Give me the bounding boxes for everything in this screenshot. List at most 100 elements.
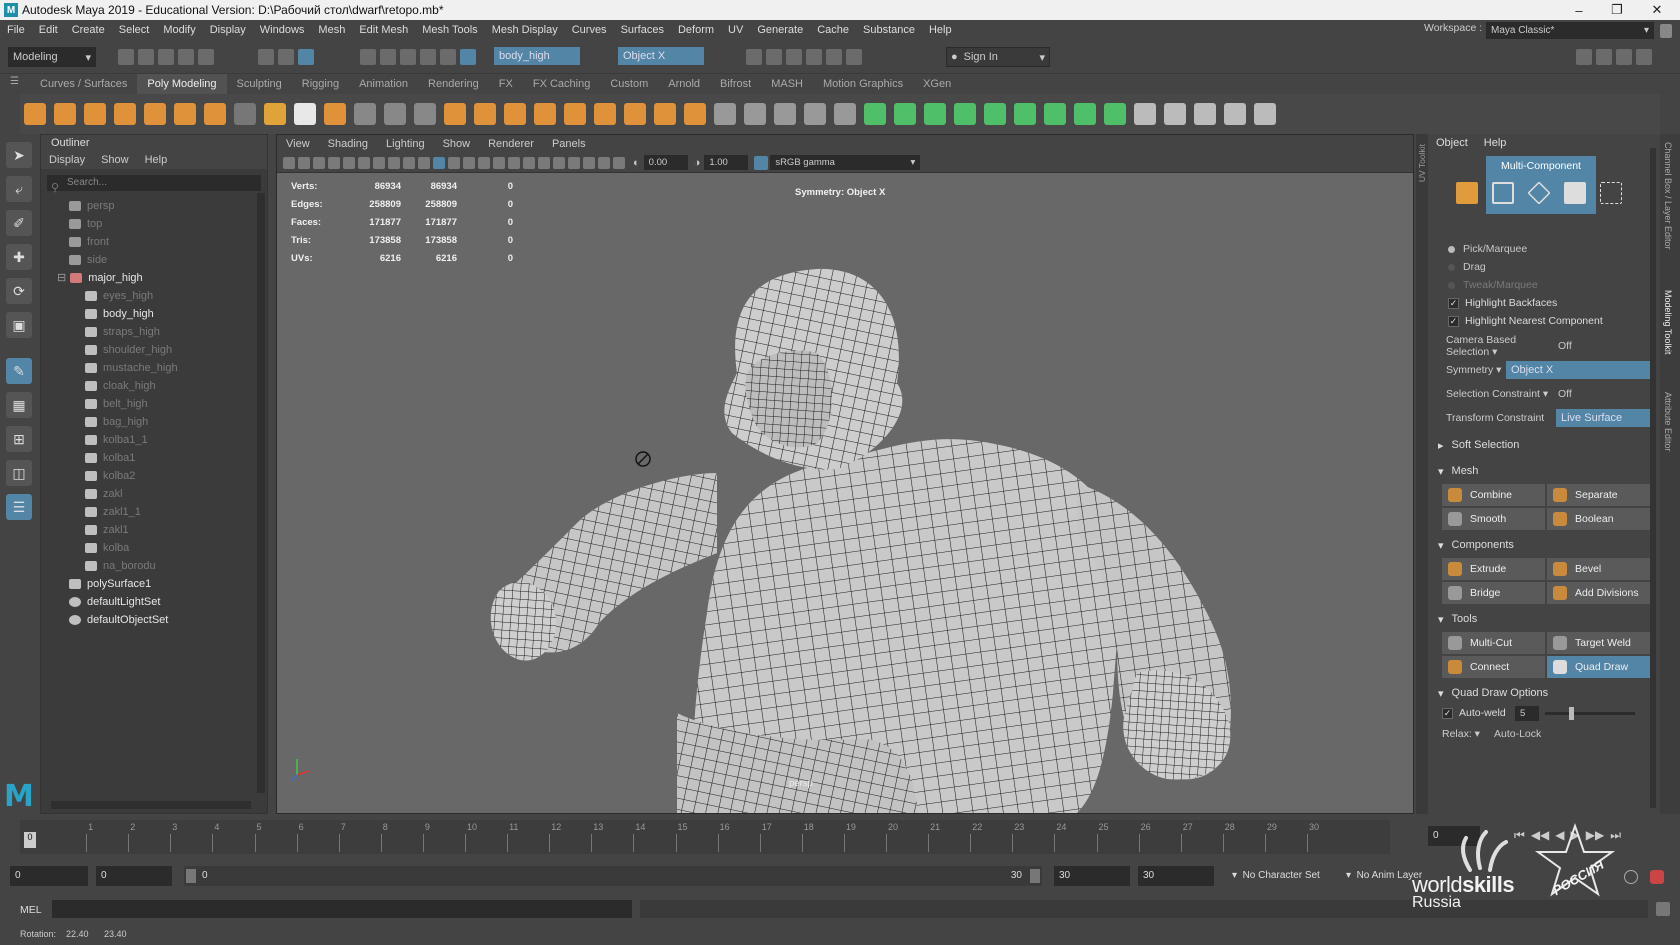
make-live-icon[interactable] [460, 49, 476, 65]
shelf-planar-icon[interactable] [1014, 103, 1036, 125]
bookmark-icon[interactable] [313, 156, 325, 169]
menu-cache[interactable]: Cache [810, 24, 856, 36]
shelf-tab-arnold[interactable]: Arnold [658, 74, 710, 94]
paint-select-icon[interactable]: ✐ [6, 210, 32, 236]
menu-mesh[interactable]: Mesh [311, 24, 352, 36]
shelf-append-icon[interactable] [654, 103, 676, 125]
lock-icon[interactable] [1660, 24, 1672, 38]
menu-generate[interactable]: Generate [750, 24, 810, 36]
outliner-item[interactable]: bag_high [41, 413, 267, 431]
toolkit-scrollbar[interactable] [1650, 148, 1656, 808]
outliner-item[interactable]: defaultLightSet [41, 593, 267, 611]
xray-joints-icon[interactable] [598, 156, 610, 169]
field-chart-icon[interactable] [403, 156, 415, 169]
gamma-field[interactable]: 1.00 [704, 155, 749, 170]
film-gate-icon[interactable] [358, 156, 370, 169]
shelf-snapshot-icon[interactable] [1134, 103, 1156, 125]
transform-constraint[interactable]: Transform Constraint Live Surface [1428, 406, 1658, 430]
drag-radio[interactable]: Drag [1428, 258, 1658, 276]
four-view-layout-icon[interactable]: ⊞ [6, 426, 32, 452]
time-ruler[interactable]: 0 1 2 3 4 5 6 7 8 9 10 11 12 13 14 15 16 17 18 19 20 21 22 23 2… [20, 820, 1390, 854]
shelf-torus-icon[interactable] [144, 103, 166, 125]
shelf-super-shape-icon[interactable] [414, 103, 436, 125]
depth-of-field-icon[interactable] [553, 156, 565, 169]
move-tool-icon[interactable]: ✚ [6, 244, 32, 270]
tool-settings-toggle-icon[interactable] [1616, 49, 1632, 65]
bevel-button[interactable]: Bevel [1547, 558, 1650, 580]
shelf-tab-fx-caching[interactable]: FX Caching [523, 74, 600, 94]
menu-uv[interactable]: UV [721, 24, 750, 36]
shelf-offset-loop-icon[interactable] [864, 103, 886, 125]
scale-tool-icon[interactable]: ▣ [6, 312, 32, 338]
render-settings-icon[interactable] [806, 49, 822, 65]
single-perspective-layout-icon[interactable]: ▦ [6, 392, 32, 418]
shadows-icon[interactable] [493, 156, 505, 169]
shelf-sculpt-icon[interactable] [354, 103, 376, 125]
outliner-item[interactable]: polySurface1 [41, 575, 267, 593]
quad-draw-options-section[interactable]: ▾ Quad Draw Options [1428, 682, 1658, 704]
close-button[interactable]: ✕ [1634, 0, 1680, 20]
redo-icon[interactable] [198, 49, 214, 65]
components-section[interactable]: ▾ Components [1428, 534, 1658, 556]
viewport-menu-view[interactable]: View [277, 138, 319, 150]
outliner-search[interactable]: Search... [47, 175, 261, 191]
outliner-item[interactable]: kolba2 [41, 467, 267, 485]
anti-alias-icon[interactable] [538, 156, 550, 169]
outliner-item[interactable]: kolba1_1 [41, 431, 267, 449]
rotate-tool-icon[interactable]: ⟳ [6, 278, 32, 304]
shelf-cube-icon[interactable] [54, 103, 76, 125]
modeling-toolkit-tab[interactable]: Modeling Toolkit [1663, 290, 1673, 354]
uv-toolkit-tab[interactable]: UV Toolkit [1417, 144, 1427, 182]
shelf-type-icon[interactable] [294, 103, 316, 125]
outliner-item[interactable]: zakl1_1 [41, 503, 267, 521]
lasso-tool-icon[interactable]: ⤶ [6, 176, 32, 202]
menu-surfaces[interactable]: Surfaces [614, 24, 671, 36]
undo-icon[interactable] [178, 49, 194, 65]
shelf-quadrangulate-icon[interactable] [1224, 103, 1246, 125]
playback-end-field[interactable]: 30 [1054, 866, 1130, 886]
shelf-target-weld-icon[interactable] [804, 103, 826, 125]
object-mode-icon[interactable] [1456, 182, 1478, 204]
outliner-item[interactable]: cloak_high [41, 377, 267, 395]
highlight-nearest-checkbox[interactable]: ✓ Highlight Nearest Component [1428, 312, 1658, 330]
shelf-multi-cut-icon[interactable] [714, 103, 736, 125]
viewport-canvas[interactable]: Verts: 86934 86934 0 Edges: 258809 258809 0 Face… [277, 173, 1413, 813]
mel-label[interactable]: MEL [20, 904, 42, 916]
two-pane-layout-icon[interactable]: ◫ [6, 460, 32, 486]
start-time-field[interactable]: 0 [10, 866, 88, 886]
shelf-extrude-icon[interactable] [564, 103, 586, 125]
ipr-render-icon[interactable] [786, 49, 802, 65]
pause-icon[interactable] [846, 49, 862, 65]
smooth-button[interactable]: Smooth [1442, 508, 1545, 530]
outliner-item[interactable]: front [41, 233, 267, 251]
shelf-cut-uv-icon[interactable] [1074, 103, 1096, 125]
attribute-editor-tab[interactable]: Attribute Editor [1663, 392, 1673, 452]
snap-point-icon[interactable] [400, 49, 416, 65]
tweak-marquee-radio[interactable]: Tweak/Marquee [1428, 276, 1658, 294]
menu-windows[interactable]: Windows [253, 24, 312, 36]
menu-modify[interactable]: Modify [156, 24, 202, 36]
symmetry-field[interactable]: Object X [618, 47, 704, 65]
menu-help[interactable]: Help [922, 24, 959, 36]
mode-dropdown[interactable]: Modeling ▾ [8, 47, 96, 67]
shelf-platonic-icon[interactable] [234, 103, 256, 125]
outliner-item[interactable]: zakl1 [41, 521, 267, 539]
outliner-item[interactable]: mustache_high [41, 359, 267, 377]
shelf-tab-motion-graphics[interactable]: Motion Graphics [813, 74, 913, 94]
menu-mesh-display[interactable]: Mesh Display [485, 24, 565, 36]
outliner-menu-help[interactable]: Help [137, 154, 176, 166]
menu-edit-mesh[interactable]: Edit Mesh [352, 24, 415, 36]
toolkit-menu-object[interactable]: Object [1428, 137, 1476, 149]
shelf-reduce-icon[interactable] [1164, 103, 1186, 125]
shelf-cleanup-icon[interactable] [1254, 103, 1276, 125]
combine-button[interactable]: Combine [1442, 484, 1545, 506]
exposure-icon[interactable]: ◐ [633, 157, 640, 169]
shelf-tab-curves-surfaces[interactable]: Curves / Surfaces [30, 74, 137, 94]
add-divisions-button[interactable]: Add Divisions [1547, 582, 1650, 604]
shelf-menu-icon[interactable]: ☰ [10, 76, 24, 92]
shelf-svg-icon[interactable] [324, 103, 346, 125]
outliner-item[interactable]: top [41, 215, 267, 233]
render-frame-icon[interactable] [766, 49, 782, 65]
shelf-bevel-icon[interactable] [624, 103, 646, 125]
selection-constraint[interactable]: Selection Constraint ▾ Off [1428, 382, 1658, 406]
